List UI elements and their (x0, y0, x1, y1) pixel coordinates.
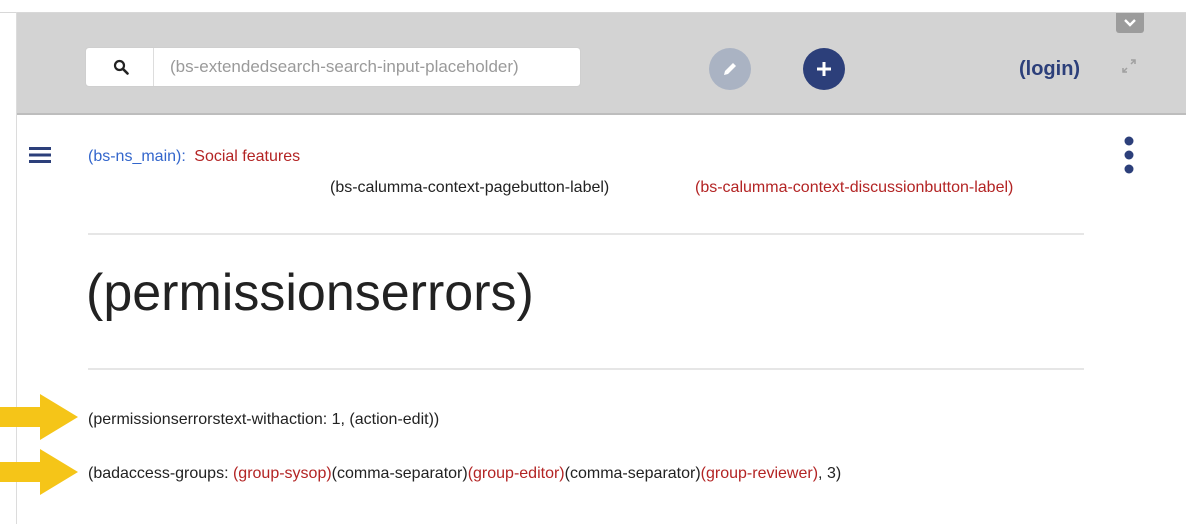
search-box (85, 47, 581, 87)
search-icon (113, 59, 129, 75)
breadcrumb-namespace-link[interactable]: (bs-ns_main): (88, 148, 186, 165)
badaccess-groups-message: (badaccess-groups: (group-sysop)(comma-s… (88, 465, 841, 483)
expand-icon[interactable] (1120, 57, 1138, 75)
comma-separator: (comma-separator) (564, 465, 701, 482)
chevron-down-icon (1124, 19, 1136, 27)
plus-icon (817, 62, 831, 76)
kebab-icon[interactable] (1124, 136, 1134, 176)
context-page-button[interactable]: (bs-calumma-context-pagebutton-label) (330, 179, 609, 197)
breadcrumb-page-link[interactable]: Social features (194, 148, 300, 165)
search-button[interactable] (86, 48, 154, 86)
badaccess-suffix: , 3) (818, 465, 842, 482)
arrow-right-icon (0, 394, 78, 440)
pencil-icon (724, 63, 736, 75)
group-editor-link[interactable]: (group-editor) (468, 465, 565, 482)
permission-error-message: (permissionserrorstext-withaction: 1, (a… (88, 411, 440, 428)
context-discussion-button[interactable]: (bs-calumma-context-discussionbutton-lab… (695, 179, 1013, 197)
comma-separator: (comma-separator) (331, 465, 468, 482)
header-bar: (login) (17, 13, 1186, 115)
divider (88, 368, 1084, 370)
search-input[interactable] (156, 48, 576, 86)
divider (88, 233, 1084, 235)
arrow-right-icon (0, 449, 78, 495)
group-sysop-link[interactable]: (group-sysop) (233, 465, 332, 482)
login-link[interactable]: (login) (1019, 58, 1080, 81)
breadcrumb: (bs-ns_main): Social features (88, 148, 300, 166)
badaccess-prefix: (badaccess-groups: (88, 465, 233, 482)
group-reviewer-link[interactable]: (group-reviewer) (701, 465, 818, 482)
page-title: (permissionserrors) (86, 264, 534, 322)
hamburger-icon[interactable] (29, 147, 51, 163)
edit-button[interactable] (709, 48, 751, 90)
add-button[interactable] (803, 48, 845, 90)
collapse-toggle[interactable] (1116, 13, 1144, 33)
